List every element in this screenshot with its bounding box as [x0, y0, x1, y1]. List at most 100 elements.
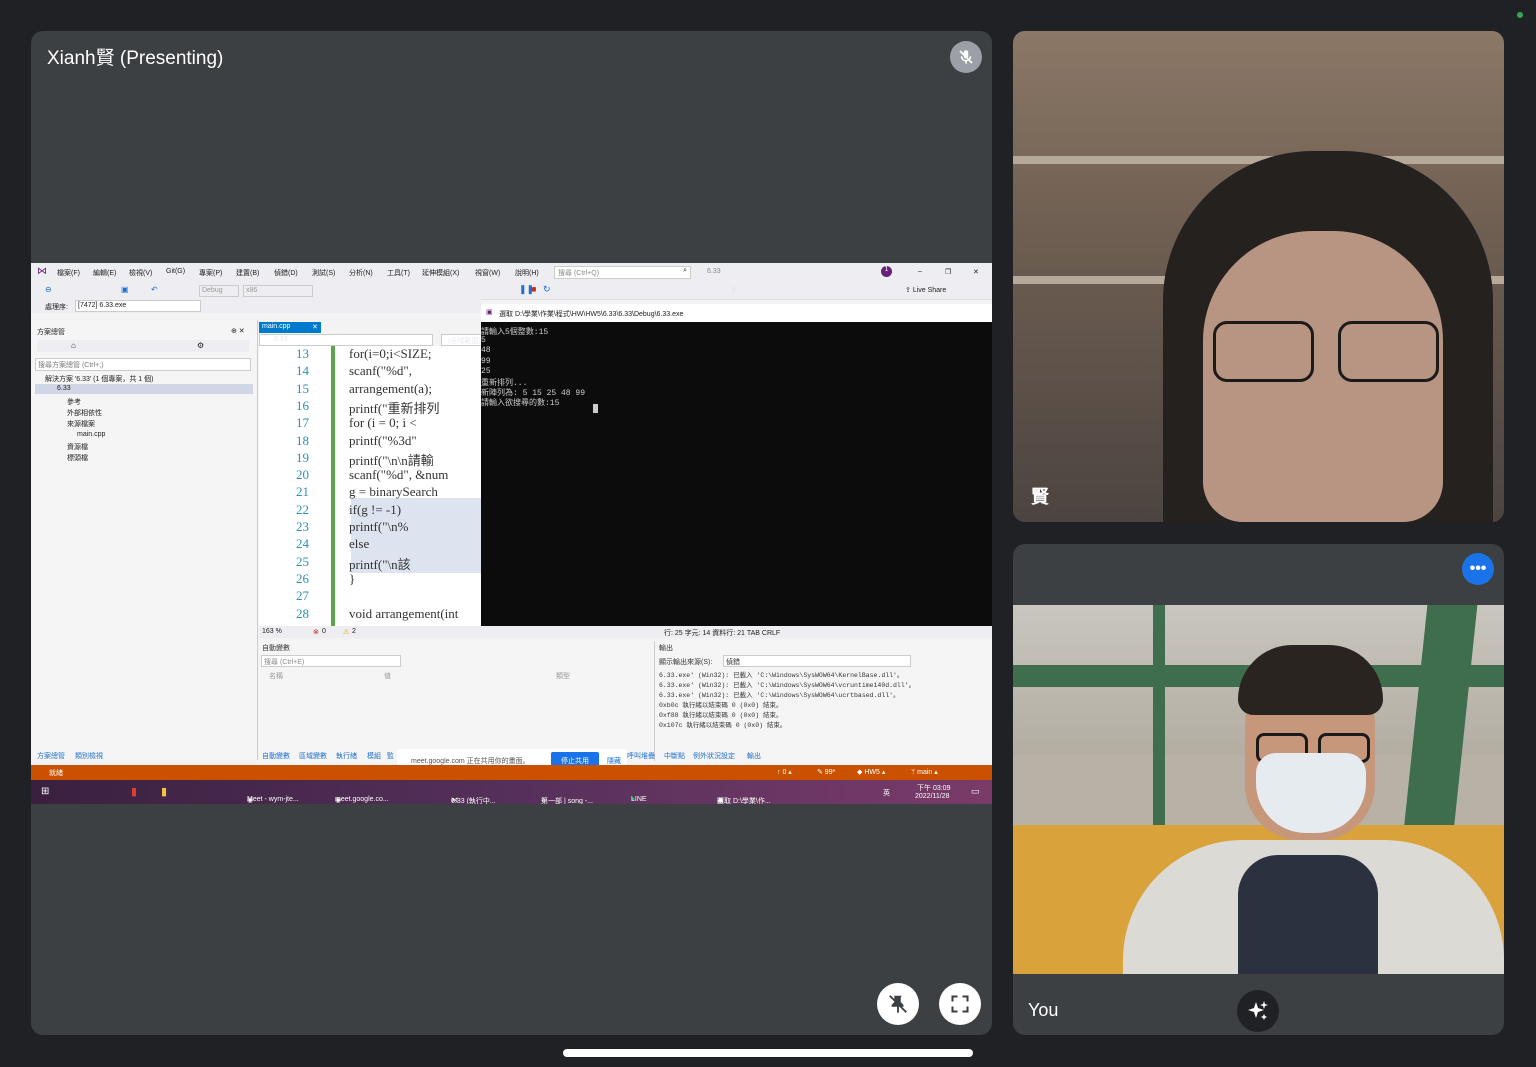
menu-analyze[interactable]: 分析(N)	[349, 268, 373, 278]
wrench-icon[interactable]: ⚙	[197, 341, 204, 350]
warning-count[interactable]: 2	[352, 628, 356, 635]
menu-extensions[interactable]: 延伸模組(X)	[422, 268, 459, 278]
tab-exception-settings[interactable]: 例外狀況設定	[693, 751, 735, 761]
config-value: Debug	[202, 287, 223, 294]
presentation-tile[interactable]: Xianh賢 (Presenting) ⋈ 檔案(F) 編輯(E) 檢視(V) …	[31, 31, 992, 1035]
tree-project[interactable]: 6.33	[57, 385, 71, 392]
notification-icon[interactable]: ▭	[971, 786, 980, 797]
menu-view[interactable]: 檢視(V)	[129, 268, 152, 278]
file-explorer-icon[interactable]: ▮	[161, 785, 167, 798]
menu-test[interactable]: 測試(S)	[312, 268, 335, 278]
tab-output[interactable]: 輸出	[747, 751, 761, 761]
tab-main-cpp[interactable]: main.cpp ✕	[259, 322, 321, 333]
cursor-position: 行: 25 字元: 14 資料行: 21 TAB CRLF	[664, 630, 781, 637]
participant-tile-xianh[interactable]: 賢	[1013, 31, 1504, 522]
code-line: 24 else	[259, 536, 481, 553]
tree-solution[interactable]: 解決方案 '6.33' (1 個專案，共 1 個)	[45, 374, 153, 384]
windows-start-icon[interactable]: ⊞	[41, 786, 49, 797]
restart-icon[interactable]: ↻	[543, 284, 551, 295]
ime-indicator[interactable]: 英	[883, 788, 890, 798]
fullscreen-button[interactable]	[939, 983, 981, 1025]
unpin-button[interactable]	[877, 983, 919, 1025]
line-number: 20	[296, 467, 309, 483]
office-icon[interactable]: ▮	[131, 785, 137, 798]
platform-select[interactable]: x86	[243, 285, 313, 297]
tab-call-stack[interactable]: 呼叫堆疊	[627, 751, 655, 761]
home-icon[interactable]: ⌂	[71, 341, 76, 350]
clock-date[interactable]: 2022/11/28	[915, 793, 950, 800]
tree-header-files[interactable]: 標頭檔	[67, 453, 88, 463]
tab-class-view[interactable]: 類別檢視	[75, 751, 103, 761]
tree-resource-files[interactable]: 資源檔	[67, 442, 88, 452]
status-push[interactable]: ↑ 0 ▴	[777, 768, 792, 776]
tree-external-deps[interactable]: 外部相依性	[67, 408, 102, 418]
more-options-button[interactable]: •••	[1462, 553, 1494, 585]
save-icon[interactable]: ▣	[121, 285, 129, 294]
code-line: 19 printf("\n\n請輸	[259, 450, 481, 468]
tab-watch[interactable]: 監	[387, 751, 394, 761]
code-line: 18 printf("%3d"	[259, 433, 481, 450]
config-select[interactable]: Debug	[199, 285, 239, 297]
menu-project[interactable]: 專案(P)	[199, 268, 222, 278]
process-select[interactable]: [7472] 6.33.exe	[75, 300, 201, 312]
code-line: 23 printf("\n%	[259, 519, 481, 536]
scope-select[interactable]: 6.33	[259, 334, 433, 346]
autos-search-input[interactable]: 搜尋 (Ctrl+E)	[261, 655, 401, 667]
status-branch[interactable]: ᛘ main ▴	[911, 768, 938, 776]
code-text: printf("%3d"	[349, 432, 417, 448]
menu-build[interactable]: 建置(B)	[236, 268, 259, 278]
console-window[interactable]: ▣ 選取 D:\學業\作業\程式\HW\HW5\6.33\6.33\Debug\…	[481, 304, 992, 626]
clock-time[interactable]: 下午 03:09	[917, 783, 950, 793]
menu-window[interactable]: 視窗(W)	[475, 268, 500, 278]
effects-button[interactable]	[1237, 990, 1279, 1032]
stop-icon[interactable]: ■	[531, 284, 536, 294]
tab-threads[interactable]: 執行緒	[336, 751, 357, 761]
tree-main-cpp[interactable]: main.cpp	[77, 431, 105, 438]
solution-search-input[interactable]: 搜尋方案總管 (Ctrl+;)	[35, 358, 251, 371]
nav-back-icon[interactable]: ⊖	[45, 285, 52, 294]
console-line: 5	[481, 336, 486, 346]
connection-status-dot	[1517, 12, 1523, 18]
participant-tile-you[interactable]: ••• You	[1013, 544, 1504, 1035]
output-source-select[interactable]: 偵錯	[723, 655, 911, 667]
tree-references[interactable]: 參考	[67, 397, 81, 407]
code-editor[interactable]: 13 for(i=0;i<SIZE; 14 scanf("%d", 15 arrange…	[259, 346, 481, 626]
output-line: 6.33.exe' (Win32): 已載入 'C:\Windows\SysWO…	[659, 672, 904, 679]
pin-icon[interactable]: ⊕ ✕	[231, 327, 245, 335]
process-value: [7472] 6.33.exe	[78, 302, 127, 309]
account-avatar[interactable]: 1	[881, 266, 892, 277]
menu-debug[interactable]: 偵錯(D)	[274, 268, 298, 278]
tab-locals[interactable]: 區域變數	[299, 751, 327, 761]
minimize-icon[interactable]: –	[918, 268, 922, 275]
undo-icon[interactable]: ↶	[151, 285, 158, 294]
error-count[interactable]: 0	[322, 628, 326, 635]
tab-close-icon[interactable]: ✕	[312, 323, 318, 331]
code-line: 15 arrangement(a);	[259, 381, 481, 398]
menu-tools[interactable]: 工具(T)	[387, 268, 410, 278]
vs-project-label: 6.33	[707, 268, 721, 275]
zoom-level[interactable]: 163 %	[262, 628, 282, 635]
more-horiz-icon: •••	[1469, 560, 1487, 577]
tab-autos[interactable]: 自動變數	[262, 751, 290, 761]
tab-solution-explorer[interactable]: 方案總管	[37, 751, 65, 761]
restore-icon[interactable]: ❐	[945, 268, 951, 276]
close-icon[interactable]: ✕	[973, 268, 979, 276]
menu-file[interactable]: 檔案(F)	[57, 268, 80, 278]
menu-git[interactable]: Git(G)	[166, 268, 185, 275]
tab-modules[interactable]: 模組	[367, 751, 381, 761]
console-title: 選取 D:\學業\作業\程式\HW\HW5\6.33\6.33\Debug\6.…	[499, 311, 684, 318]
vs-search-box[interactable]: 搜尋 (Ctrl+Q) ⌕	[554, 266, 691, 279]
status-changes[interactable]: ✎ 99*	[817, 768, 835, 776]
code-text: }	[349, 570, 356, 586]
status-repo[interactable]: ◆ HW5 ▴	[857, 768, 885, 776]
bookmark-icon[interactable]: ▮	[731, 284, 736, 295]
tree-source-files[interactable]: 來源檔案	[67, 419, 95, 429]
home-indicator[interactable]	[563, 1049, 973, 1057]
live-share-button[interactable]: ⇪ Live Share	[905, 286, 946, 294]
code-line: 20 scanf("%d", &num	[259, 467, 481, 484]
line-number: 26	[296, 570, 309, 586]
menu-edit[interactable]: 編輯(E)	[93, 268, 116, 278]
scope-right-select[interactable]: (全域範圍)	[441, 334, 483, 346]
menu-help[interactable]: 說明(H)	[515, 268, 539, 278]
tab-breakpoints[interactable]: 中斷點	[664, 751, 685, 761]
